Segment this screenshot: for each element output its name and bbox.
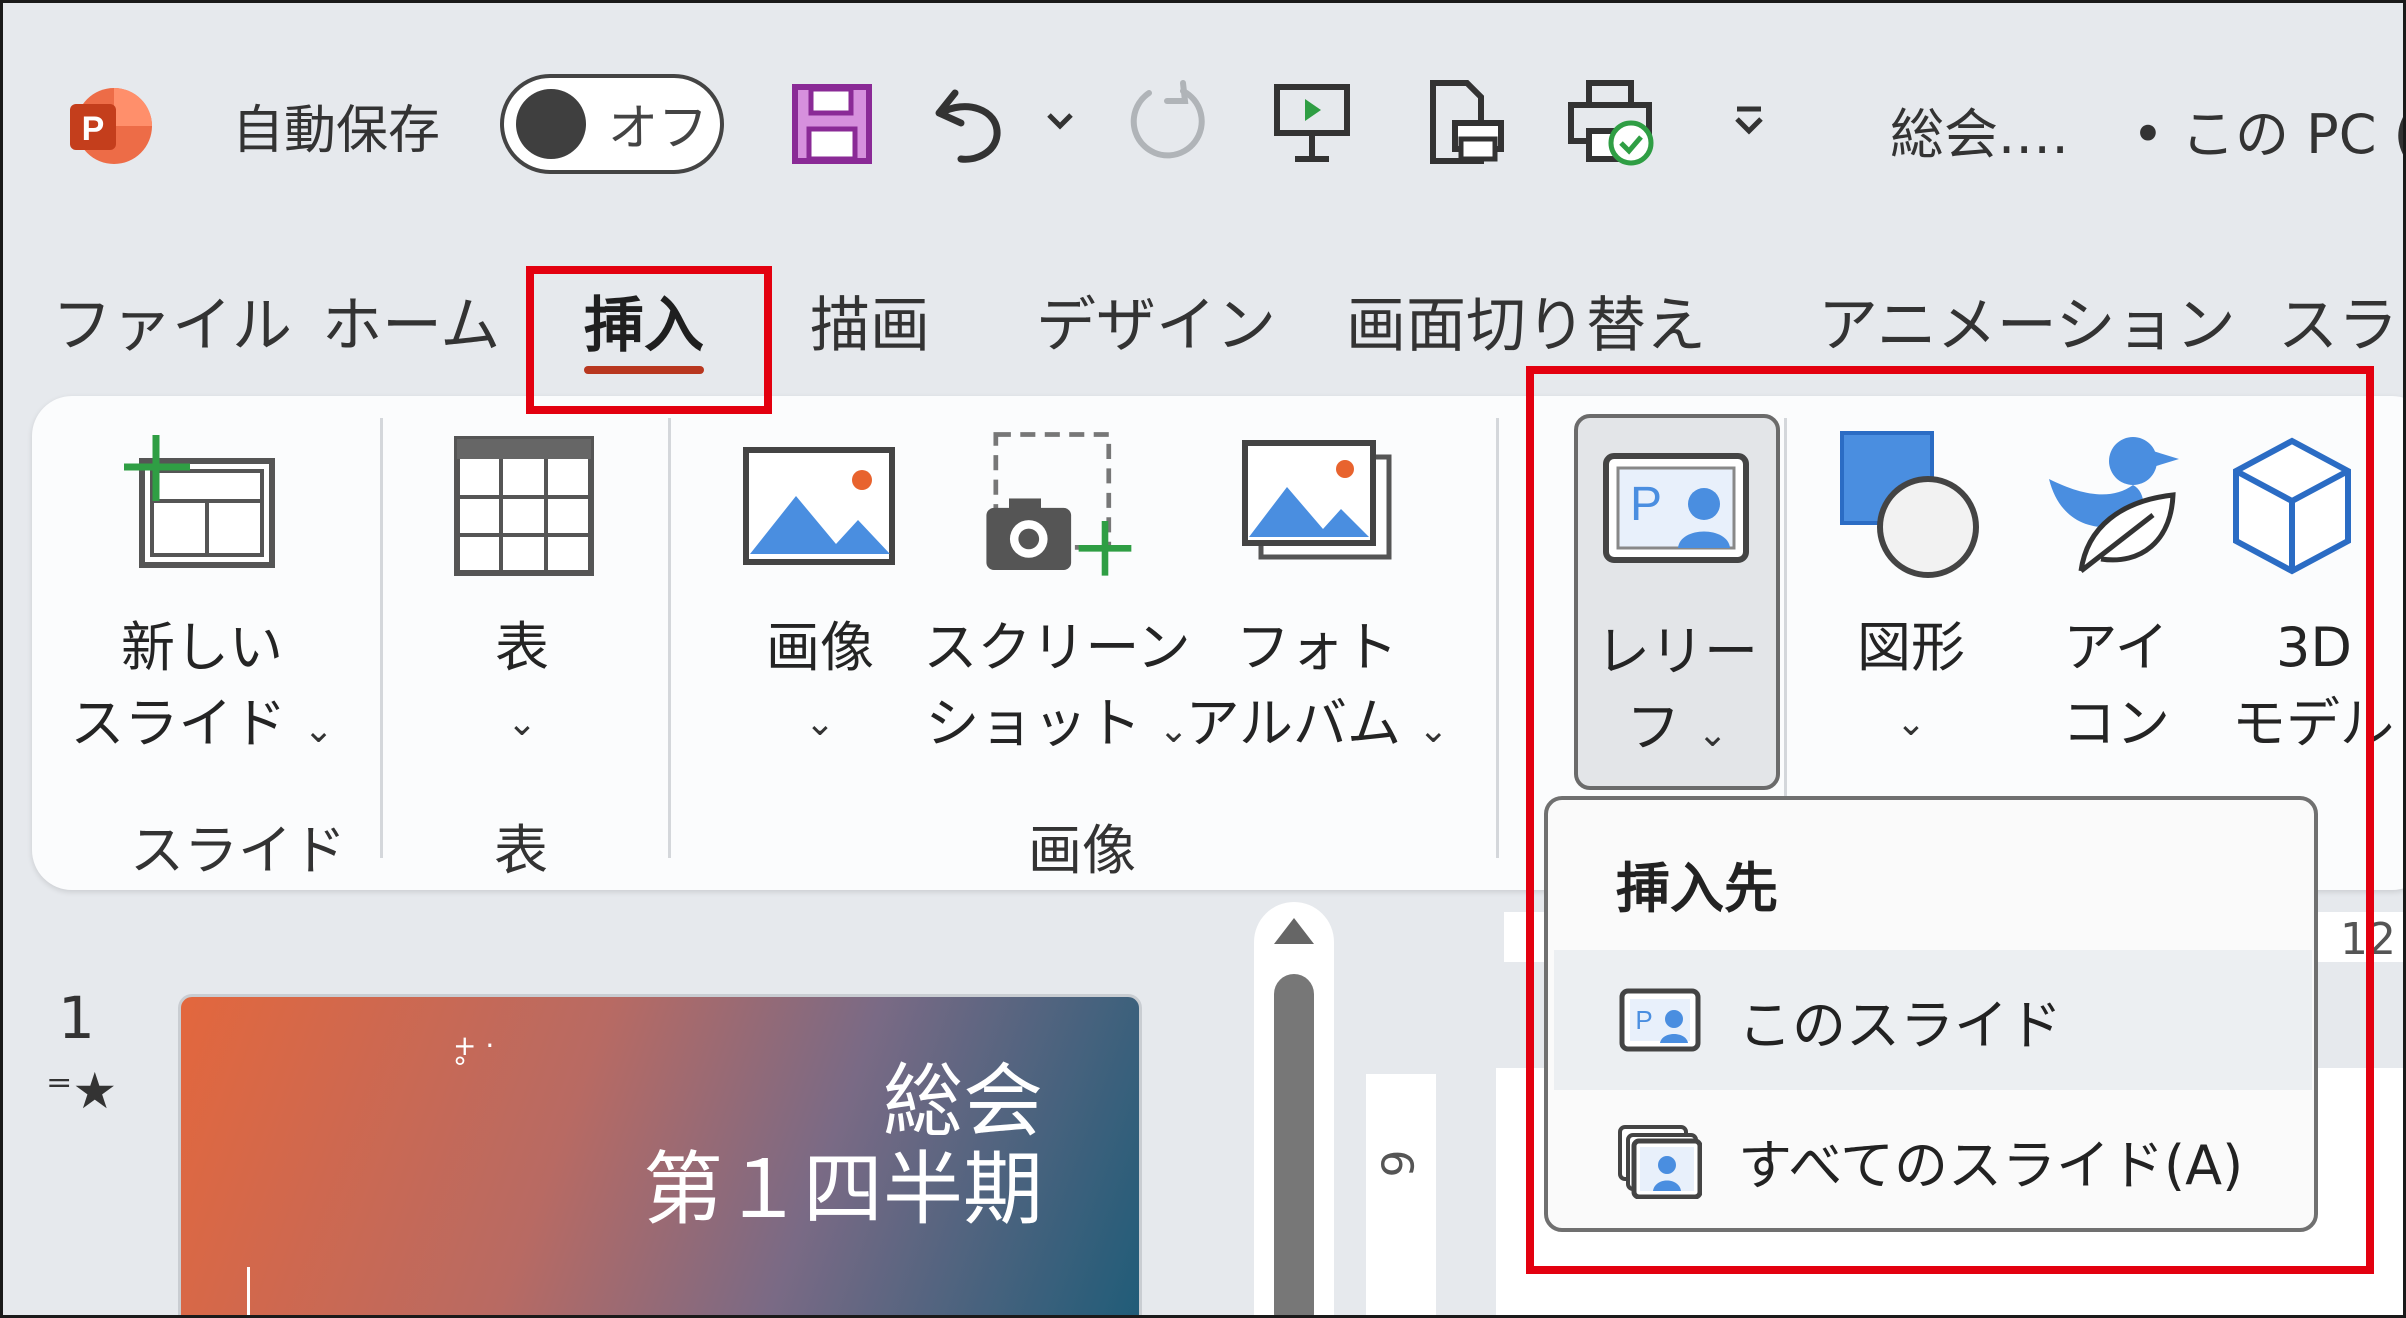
shapes-icon bbox=[1831, 426, 1991, 586]
chevron-down-icon: ⌄ bbox=[506, 703, 538, 744]
photo-album-icon bbox=[1237, 426, 1397, 586]
tab-insert[interactable]: 挿入 bbox=[584, 270, 704, 374]
save-location[interactable]: • この PC ( bbox=[2132, 90, 2406, 169]
redo-icon[interactable] bbox=[1118, 74, 1218, 174]
tab-animations[interactable]: アニメーション bbox=[1818, 270, 2236, 370]
thumbnail-scrollbar[interactable] bbox=[1254, 902, 1334, 1318]
shapes-button[interactable]: 図形 ⌄ bbox=[1826, 426, 1996, 762]
menu-item-label: すべてのスライド(A) bbox=[1738, 1133, 2244, 1197]
table-label: 表 ⌄ bbox=[495, 610, 549, 762]
slide-thumbnail[interactable]: + · ° 総会 第１四半期 bbox=[178, 994, 1142, 1318]
chevron-down-icon: ⌄ bbox=[804, 703, 836, 744]
cameo-all-slides-icon bbox=[1618, 1125, 1703, 1200]
table-icon bbox=[442, 426, 602, 586]
ruler-label: 6 bbox=[1370, 1149, 1422, 1178]
screenshot-icon bbox=[977, 426, 1137, 586]
title-bar: P 自動保存 オフ 総会.… • この PC ( bbox=[0, 0, 2406, 240]
tab-file[interactable]: ファイル bbox=[52, 270, 292, 370]
print-preview-icon[interactable] bbox=[1414, 72, 1514, 172]
group-separator bbox=[1496, 418, 1499, 858]
vertical-ruler: 6 bbox=[1366, 1074, 1436, 1318]
sparkle-decoration-icon: + · ° bbox=[453, 1029, 495, 1084]
group-label-images: 画像 bbox=[1028, 819, 1136, 882]
image-icon bbox=[740, 426, 900, 586]
chevron-down-icon: ⌄ bbox=[1158, 710, 1189, 751]
image-label: 画像 ⌄ bbox=[766, 610, 874, 762]
thumbnail-line-decoration bbox=[247, 1267, 250, 1318]
chevron-down-icon: ⌄ bbox=[1418, 710, 1449, 751]
photo-album-label: フォト アルバム ⌄ bbox=[1185, 616, 1449, 755]
dropdown-header: 挿入先 bbox=[1616, 857, 1778, 920]
tab-design[interactable]: デザイン bbox=[1036, 270, 1276, 370]
image-button[interactable]: 画像 ⌄ bbox=[730, 426, 910, 762]
chevron-down-icon: ⌄ bbox=[303, 710, 334, 751]
powerpoint-logo-icon: P bbox=[66, 82, 154, 170]
svg-text:P: P bbox=[1630, 478, 1662, 531]
printer-check-icon[interactable] bbox=[1560, 72, 1660, 172]
new-slide-label: 新しい スライド ⌄ bbox=[70, 616, 334, 755]
cameo-button[interactable]: P レリー フ ⌄ bbox=[1574, 414, 1780, 790]
animation-star-icon: ⁼★ bbox=[46, 1062, 118, 1120]
thumbnail-title-line2: 第１四半期 bbox=[643, 1143, 1043, 1236]
group-separator bbox=[668, 418, 671, 858]
undo-icon[interactable] bbox=[920, 74, 1020, 174]
slide-number: 1 bbox=[58, 984, 95, 1052]
toggle-state-label: オフ bbox=[608, 99, 708, 157]
cameo-dropdown-menu: 挿入先 P このスライド すべてのスライド(A) bbox=[1544, 796, 2318, 1232]
scroll-up-arrow-icon[interactable] bbox=[1274, 918, 1314, 944]
presentation-icon[interactable] bbox=[1262, 72, 1362, 172]
new-slide-button[interactable]: 新しい スライド ⌄ bbox=[70, 426, 334, 769]
group-separator bbox=[1784, 418, 1787, 858]
screenshot-label: スクリーン ショット ⌄ bbox=[923, 616, 1191, 755]
icons-insert-icon bbox=[2036, 426, 2196, 586]
new-slide-icon bbox=[122, 426, 282, 586]
autosave-label: 自動保存 bbox=[232, 101, 441, 161]
toggle-knob bbox=[516, 89, 586, 159]
svg-text:P: P bbox=[1635, 1005, 1652, 1035]
cameo-label: レリー フ ⌄ bbox=[1596, 620, 1758, 759]
ribbon-tabs: ファイル ホーム 挿入 描画 デザイン 画面切り替え アニメーション スライ bbox=[0, 270, 2406, 380]
menu-item-label: このスライド bbox=[1738, 993, 2062, 1057]
document-title[interactable]: 総会.… bbox=[1890, 90, 2069, 169]
chevron-down-icon: ⌄ bbox=[1895, 703, 1927, 744]
cameo-slide-icon: P bbox=[1618, 985, 1702, 1055]
photo-album-button[interactable]: フォト アルバム ⌄ bbox=[1186, 426, 1448, 769]
screenshot-button[interactable]: スクリーン ショット ⌄ bbox=[923, 426, 1191, 769]
customize-quick-access-icon[interactable] bbox=[1724, 96, 1774, 146]
tab-insert-label: 挿入 bbox=[584, 290, 704, 361]
tab-draw[interactable]: 描画 bbox=[810, 270, 930, 370]
svg-text:P: P bbox=[82, 110, 105, 148]
tab-transitions[interactable]: 画面切り替え bbox=[1346, 270, 1706, 370]
cube-icon bbox=[2232, 426, 2352, 586]
group-label-slides: スライド bbox=[130, 819, 346, 882]
tab-slideshow[interactable]: スライ bbox=[2278, 270, 2406, 370]
tab-home[interactable]: ホーム bbox=[322, 270, 500, 370]
save-icon[interactable] bbox=[782, 74, 882, 174]
icons-button[interactable]: アイ コン bbox=[2036, 426, 2196, 762]
autosave-toggle[interactable]: オフ bbox=[500, 74, 724, 174]
icons-label: アイ コン bbox=[2062, 616, 2170, 755]
chevron-down-icon: ⌄ bbox=[1697, 714, 1728, 755]
chevron-down-icon[interactable] bbox=[1040, 100, 1080, 140]
menu-item-this-slide[interactable]: P このスライド bbox=[1554, 950, 2312, 1090]
group-separator bbox=[380, 418, 383, 858]
group-label-table: 表 bbox=[494, 819, 548, 882]
3d-models-button[interactable]: 3D モデル bbox=[2232, 426, 2406, 762]
3d-models-label: 3D モデル bbox=[2232, 616, 2394, 755]
cameo-icon: P bbox=[1600, 448, 1760, 582]
menu-item-all-slides[interactable]: すべてのスライド(A) bbox=[1554, 1090, 2312, 1230]
shapes-label: 図形 ⌄ bbox=[1857, 610, 1965, 762]
ruler-label: 12 bbox=[2340, 914, 2396, 965]
table-button[interactable]: 表 ⌄ bbox=[442, 426, 602, 762]
scrollbar-thumb[interactable] bbox=[1274, 974, 1314, 1318]
active-tab-underline bbox=[584, 366, 704, 374]
